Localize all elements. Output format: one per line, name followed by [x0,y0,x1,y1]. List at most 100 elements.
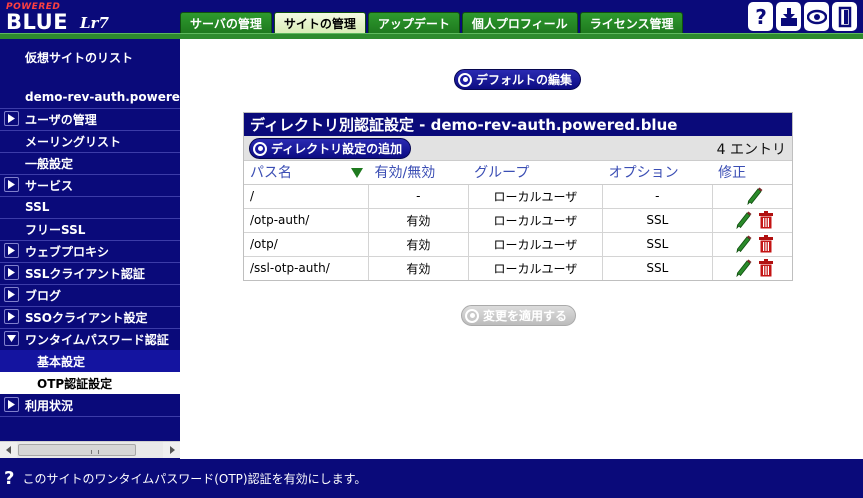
sidebar: 仮想サイトのリスト demo-rev-auth.powered.blue ユーザ… [0,39,180,459]
sidebar-item-free-ssl[interactable]: フリーSSL [0,218,180,240]
powered-blue-logo: POWERED BLUE Lr7 [4,2,132,34]
apply-changes-button[interactable]: 変更を適用する [461,305,577,326]
expand-arrow-icon [4,111,19,126]
tab-server-management[interactable]: サーバの管理 [180,12,272,34]
status-text: このサイトのワンタイムパスワード(OTP)認証を有効にします。 [22,472,367,486]
expand-arrow-icon [4,243,19,258]
directory-auth-table: パス名 有効/無効 グループ オプション 修正 / - ローカルユーザ - /o… [244,161,792,280]
tab-site-management[interactable]: サイトの管理 [273,12,366,34]
table-row: /ssl-otp-auth/ 有効 ローカルユーザ SSL [244,255,792,280]
sidebar-item-label: 利用状況 [25,398,74,413]
expand-arrow-icon [4,177,19,192]
import-icon[interactable] [776,2,801,31]
sidebar-item-sso-client-settings[interactable]: SSOクライアント設定 [0,306,180,328]
sidebar-item-label: 基本設定 [37,354,86,369]
edit-pencil-icon[interactable] [746,186,764,206]
edit-pencil-icon[interactable] [735,210,753,230]
sidebar-item-one-time-password[interactable]: ワンタイムパスワード認証 [0,328,180,350]
edit-default-button[interactable]: デフォルトの編集 [454,69,582,90]
main-tabs: サーバの管理 サイトの管理 アップデート 個人プロフィール ライセンス管理 [180,12,684,34]
sidebar-item-virtual-site-list[interactable]: 仮想サイトのリスト [0,46,180,68]
table-row: /otp/ 有効 ローカルユーザ SSL [244,231,792,256]
sidebar-subitem-basic-settings[interactable]: 基本設定 [0,350,180,372]
sidebar-item-ssl-client-auth[interactable]: SSLクライアント認証 [0,262,180,284]
expand-arrow-icon [4,287,19,302]
svg-text:?: ? [755,6,767,28]
sidebar-item-user-management[interactable]: ユーザの管理 [0,108,180,130]
cell-actions [712,255,792,280]
tab-license-management[interactable]: ライセンス管理 [579,12,684,34]
logo-version-text: Lr7 [80,14,109,32]
header-icon-group: ? [748,2,857,31]
sidebar-item-label: サービス [25,178,74,193]
cell-option: - [602,183,713,208]
sidebar-item-services[interactable]: サービス [0,174,180,196]
main-content: デフォルトの編集 ディレクトリ別認証設定 - demo-rev-auth.pow… [180,39,863,459]
cell-group: ローカルユーザ [468,255,604,280]
sidebar-item-general-settings[interactable]: 一般設定 [0,152,180,174]
column-header-path[interactable]: パス名 [244,161,369,185]
sidebar-item-label: OTP認証設定 [37,376,113,391]
logout-icon[interactable] [832,2,857,31]
sidebar-item-label: demo-rev-auth.powered.blue [25,90,180,104]
add-directory-setting-button[interactable]: ディレクトリ設定の追加 [249,138,412,159]
sidebar-item-web-proxy[interactable]: ウェブプロキシ [0,240,180,262]
help-icon[interactable]: ? [748,2,773,31]
edit-pencil-icon[interactable] [735,234,753,254]
cell-enabled: 有効 [368,255,469,280]
sidebar-item-blog[interactable]: ブログ [0,284,180,306]
edit-default-button-label: デフォルトの編集 [476,73,573,87]
cell-group: ローカルユーザ [468,231,604,256]
table-header-row: パス名 有効/無効 グループ オプション 修正 [244,161,792,185]
cell-actions [712,183,792,208]
cell-enabled: 有効 [368,231,469,256]
tab-update[interactable]: アップデート [367,12,460,34]
sidebar-item-label: ユーザの管理 [25,112,97,127]
column-header-enabled[interactable]: 有効/無効 [368,161,469,185]
column-header-option[interactable]: オプション [602,161,713,185]
apply-changes-button-label: 変更を適用する [483,309,568,323]
cell-actions [712,231,792,256]
column-header-modify: 修正 [712,161,792,185]
collapse-arrow-icon [4,331,19,346]
sidebar-item-label: SSOクライアント設定 [25,310,148,325]
sidebar-horizontal-scrollbar[interactable] [0,441,180,458]
sidebar-item-label: 一般設定 [25,156,74,171]
scrollbar-thumb[interactable] [18,444,136,456]
scroll-left-arrow-icon[interactable] [0,442,17,458]
app-header: POWERED BLUE Lr7 サーバの管理 サイトの管理 アップデート 個人… [0,0,863,36]
column-header-group[interactable]: グループ [468,161,603,185]
cell-path: /otp-auth/ [244,207,370,232]
delete-trash-icon[interactable] [757,234,775,254]
button-bullet-icon [458,72,472,87]
cell-actions [712,207,792,232]
sidebar-item-label: 仮想サイトのリスト [25,50,134,65]
sidebar-item-label: ウェブプロキシ [25,244,110,259]
delete-trash-icon[interactable] [757,210,775,230]
sidebar-item-label: フリーSSL [25,222,86,237]
cell-group: ローカルユーザ [468,183,604,208]
cell-group: ローカルユーザ [468,207,604,232]
sidebar-item-ssl[interactable]: SSL [0,196,180,218]
table-row: / - ローカルユーザ - [244,183,792,208]
sidebar-item-site-name[interactable]: demo-rev-auth.powered.blue [0,86,180,108]
sidebar-item-mailing-list[interactable]: メーリングリスト [0,130,180,152]
cell-option: SSL [602,207,713,232]
delete-trash-icon[interactable] [757,258,775,278]
sidebar-item-usage-status[interactable]: 利用状況 [0,394,180,416]
sidebar-subitem-otp-auth-settings[interactable]: OTP認証設定 [0,372,180,394]
panel-title: ディレクトリ別認証設定 - demo-rev-auth.powered.blue [244,113,792,136]
view-icon[interactable] [804,2,829,31]
cell-path: / [244,183,370,208]
cell-path: /ssl-otp-auth/ [244,255,370,280]
edit-pencil-icon[interactable] [735,258,753,278]
add-directory-setting-button-label: ディレクトリ設定の追加 [271,142,403,156]
logo-blue-text: BLUE [6,10,69,34]
tab-personal-profile[interactable]: 個人プロフィール [461,12,578,34]
scroll-right-arrow-icon[interactable] [163,442,180,458]
cell-option: SSL [602,255,713,280]
directory-auth-panel: ディレクトリ別認証設定 - demo-rev-auth.powered.blue… [243,112,793,281]
sort-descending-icon[interactable] [350,168,363,178]
sidebar-item-label: ワンタイムパスワード認証 [25,332,169,347]
button-bullet-icon [253,141,267,156]
